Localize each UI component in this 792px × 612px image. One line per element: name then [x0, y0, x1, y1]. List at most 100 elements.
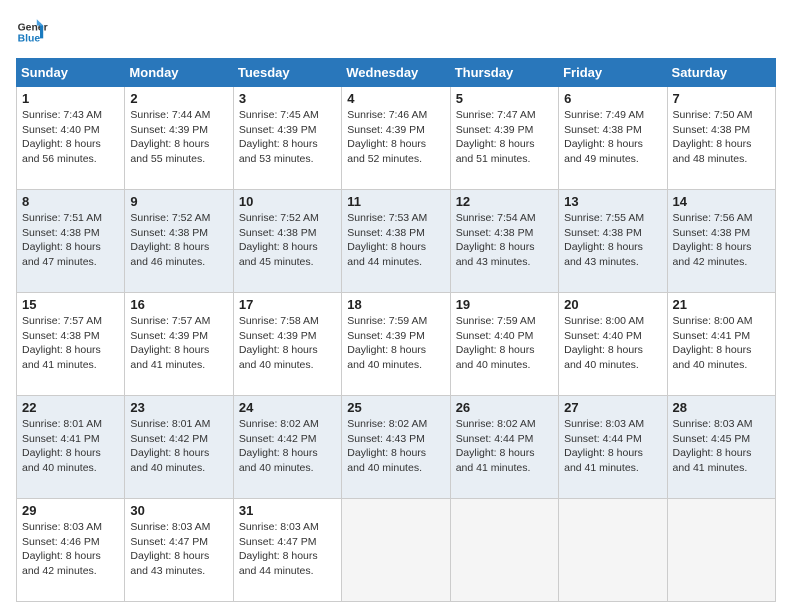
- calendar-cell: 1 Sunrise: 7:43 AMSunset: 4:40 PMDaylight…: [17, 87, 125, 190]
- day-header-thursday: Thursday: [450, 59, 558, 87]
- day-number: 12: [456, 194, 553, 209]
- day-number: 18: [347, 297, 444, 312]
- day-info: Sunrise: 8:02 AMSunset: 4:43 PMDaylight:…: [347, 417, 444, 476]
- calendar-header-row: SundayMondayTuesdayWednesdayThursdayFrid…: [17, 59, 776, 87]
- day-info: Sunrise: 8:03 AMSunset: 4:47 PMDaylight:…: [130, 520, 227, 579]
- day-header-friday: Friday: [559, 59, 667, 87]
- calendar-cell: 18Sunrise: 7:59 AMSunset: 4:39 PMDayligh…: [342, 293, 450, 396]
- calendar-cell: 16Sunrise: 7:57 AMSunset: 4:39 PMDayligh…: [125, 293, 233, 396]
- day-info: Sunrise: 8:03 AMSunset: 4:47 PMDaylight:…: [239, 520, 336, 579]
- day-info: Sunrise: 7:44 AMSunset: 4:39 PMDaylight:…: [130, 108, 227, 167]
- day-info: Sunrise: 8:03 AMSunset: 4:46 PMDaylight:…: [22, 520, 119, 579]
- day-info: Sunrise: 8:01 AMSunset: 4:41 PMDaylight:…: [22, 417, 119, 476]
- calendar-cell: [342, 499, 450, 602]
- day-info: Sunrise: 7:55 AMSunset: 4:38 PMDaylight:…: [564, 211, 661, 270]
- calendar-cell: 24Sunrise: 8:02 AMSunset: 4:42 PMDayligh…: [233, 396, 341, 499]
- calendar-cell: 29 Sunrise: 8:03 AMSunset: 4:46 PMDayligh…: [17, 499, 125, 602]
- day-info: Sunrise: 8:03 AMSunset: 4:44 PMDaylight:…: [564, 417, 661, 476]
- day-info: Sunrise: 7:47 AMSunset: 4:39 PMDaylight:…: [456, 108, 553, 167]
- day-info: Sunrise: 8:00 AMSunset: 4:40 PMDaylight:…: [564, 314, 661, 373]
- calendar-week-row: 15 Sunrise: 7:57 AMSunset: 4:38 PMDayligh…: [17, 293, 776, 396]
- day-info: Sunrise: 7:54 AMSunset: 4:38 PMDaylight:…: [456, 211, 553, 270]
- day-number: 20: [564, 297, 661, 312]
- day-number: 5: [456, 91, 553, 106]
- calendar-cell: 9 Sunrise: 7:52 AMSunset: 4:38 PMDaylight…: [125, 190, 233, 293]
- day-number: 14: [673, 194, 770, 209]
- day-info: Sunrise: 7:58 AMSunset: 4:39 PMDaylight:…: [239, 314, 336, 373]
- day-header-saturday: Saturday: [667, 59, 775, 87]
- calendar-cell: 17Sunrise: 7:58 AMSunset: 4:39 PMDayligh…: [233, 293, 341, 396]
- day-number: 2: [130, 91, 227, 106]
- calendar-cell: 7Sunrise: 7:50 AMSunset: 4:38 PMDaylight…: [667, 87, 775, 190]
- calendar-cell: 11 Sunrise: 7:53 AMSunset: 4:38 PMDayligh…: [342, 190, 450, 293]
- day-info: Sunrise: 8:00 AMSunset: 4:41 PMDaylight:…: [673, 314, 770, 373]
- day-info: Sunrise: 7:57 AMSunset: 4:39 PMDaylight:…: [130, 314, 227, 373]
- logo-icon: General Blue: [16, 16, 48, 48]
- day-info: Sunrise: 7:57 AMSunset: 4:38 PMDaylight:…: [22, 314, 119, 373]
- calendar-cell: 23Sunrise: 8:01 AMSunset: 4:42 PMDayligh…: [125, 396, 233, 499]
- calendar-cell: 3Sunrise: 7:45 AMSunset: 4:39 PMDaylight…: [233, 87, 341, 190]
- day-number: 26: [456, 400, 553, 415]
- day-number: 4: [347, 91, 444, 106]
- day-info: Sunrise: 7:43 AMSunset: 4:40 PMDaylight:…: [22, 108, 119, 167]
- calendar-week-row: 22 Sunrise: 8:01 AMSunset: 4:41 PMDayligh…: [17, 396, 776, 499]
- calendar-cell: 26Sunrise: 8:02 AMSunset: 4:44 PMDayligh…: [450, 396, 558, 499]
- calendar-cell: 8 Sunrise: 7:51 AMSunset: 4:38 PMDaylight…: [17, 190, 125, 293]
- day-info: Sunrise: 7:49 AMSunset: 4:38 PMDaylight:…: [564, 108, 661, 167]
- day-info: Sunrise: 8:03 AMSunset: 4:45 PMDaylight:…: [673, 417, 770, 476]
- day-number: 13: [564, 194, 661, 209]
- day-number: 31: [239, 503, 336, 518]
- calendar-cell: 6 Sunrise: 7:49 AMSunset: 4:38 PMDaylight…: [559, 87, 667, 190]
- day-info: Sunrise: 7:51 AMSunset: 4:38 PMDaylight:…: [22, 211, 119, 270]
- calendar-cell: 15 Sunrise: 7:57 AMSunset: 4:38 PMDayligh…: [17, 293, 125, 396]
- day-number: 27: [564, 400, 661, 415]
- logo: General Blue: [16, 16, 52, 48]
- day-number: 29: [22, 503, 119, 518]
- day-header-tuesday: Tuesday: [233, 59, 341, 87]
- day-number: 25: [347, 400, 444, 415]
- day-number: 3: [239, 91, 336, 106]
- day-header-wednesday: Wednesday: [342, 59, 450, 87]
- calendar-cell: 28 Sunrise: 8:03 AMSunset: 4:45 PMDayligh…: [667, 396, 775, 499]
- day-number: 19: [456, 297, 553, 312]
- calendar-cell: 22 Sunrise: 8:01 AMSunset: 4:41 PMDayligh…: [17, 396, 125, 499]
- calendar-cell: 25 Sunrise: 8:02 AMSunset: 4:43 PMDayligh…: [342, 396, 450, 499]
- calendar-table: SundayMondayTuesdayWednesdayThursdayFrid…: [16, 58, 776, 602]
- day-number: 23: [130, 400, 227, 415]
- calendar-cell: 5 Sunrise: 7:47 AMSunset: 4:39 PMDaylight…: [450, 87, 558, 190]
- calendar-week-row: 29 Sunrise: 8:03 AMSunset: 4:46 PMDayligh…: [17, 499, 776, 602]
- calendar-cell: 14Sunrise: 7:56 AMSunset: 4:38 PMDayligh…: [667, 190, 775, 293]
- calendar-week-row: 8 Sunrise: 7:51 AMSunset: 4:38 PMDaylight…: [17, 190, 776, 293]
- day-number: 6: [564, 91, 661, 106]
- day-number: 15: [22, 297, 119, 312]
- calendar-cell: [559, 499, 667, 602]
- day-number: 30: [130, 503, 227, 518]
- day-info: Sunrise: 7:46 AMSunset: 4:39 PMDaylight:…: [347, 108, 444, 167]
- page: General Blue SundayMondayTuesdayWednesda…: [0, 0, 792, 612]
- day-header-sunday: Sunday: [17, 59, 125, 87]
- calendar-cell: [450, 499, 558, 602]
- calendar-cell: 19 Sunrise: 7:59 AMSunset: 4:40 PMDayligh…: [450, 293, 558, 396]
- day-info: Sunrise: 7:52 AMSunset: 4:38 PMDaylight:…: [130, 211, 227, 270]
- day-info: Sunrise: 8:02 AMSunset: 4:42 PMDaylight:…: [239, 417, 336, 476]
- svg-text:General: General: [18, 22, 48, 33]
- day-number: 22: [22, 400, 119, 415]
- calendar-cell: 21 Sunrise: 8:00 AMSunset: 4:41 PMDayligh…: [667, 293, 775, 396]
- day-number: 8: [22, 194, 119, 209]
- day-number: 21: [673, 297, 770, 312]
- day-number: 7: [673, 91, 770, 106]
- day-number: 11: [347, 194, 444, 209]
- svg-text:Blue: Blue: [18, 34, 41, 45]
- calendar-week-row: 1 Sunrise: 7:43 AMSunset: 4:40 PMDaylight…: [17, 87, 776, 190]
- day-info: Sunrise: 7:53 AMSunset: 4:38 PMDaylight:…: [347, 211, 444, 270]
- day-info: Sunrise: 7:59 AMSunset: 4:40 PMDaylight:…: [456, 314, 553, 373]
- day-number: 9: [130, 194, 227, 209]
- calendar-cell: 4 Sunrise: 7:46 AMSunset: 4:39 PMDaylight…: [342, 87, 450, 190]
- day-number: 28: [673, 400, 770, 415]
- day-number: 1: [22, 91, 119, 106]
- calendar-cell: 30 Sunrise: 8:03 AMSunset: 4:47 PMDayligh…: [125, 499, 233, 602]
- calendar-cell: 2 Sunrise: 7:44 AMSunset: 4:39 PMDaylight…: [125, 87, 233, 190]
- day-number: 10: [239, 194, 336, 209]
- calendar-cell: 10Sunrise: 7:52 AMSunset: 4:38 PMDayligh…: [233, 190, 341, 293]
- header: General Blue: [16, 16, 776, 48]
